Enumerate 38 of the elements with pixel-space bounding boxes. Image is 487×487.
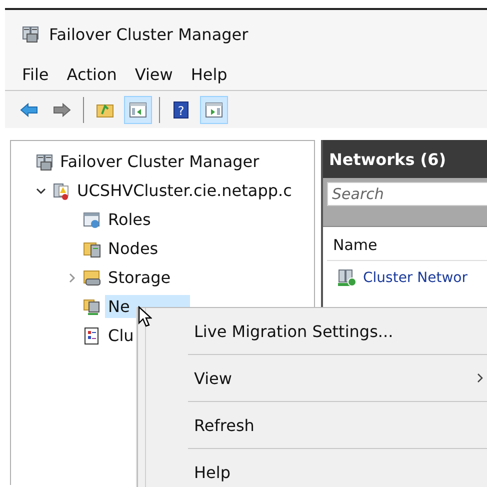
- tree-item[interactable]: Nodes: [105, 237, 162, 260]
- network-name[interactable]: Cluster Networ: [363, 270, 468, 286]
- folder-drive-icon: [83, 268, 102, 286]
- tree-item[interactable]: Roles: [105, 208, 154, 231]
- help-book-button[interactable]: ?: [167, 96, 195, 124]
- tree-item[interactable]: Storage: [105, 266, 174, 289]
- cluster-warning-icon: [52, 182, 70, 200]
- menu-item[interactable]: Action: [64, 62, 120, 86]
- tree-item[interactable]: UCSHVCluster.cie.netapp.c: [74, 179, 295, 202]
- folder-network-icon: [83, 298, 102, 316]
- show-tree-button[interactable]: [124, 96, 152, 124]
- forward-arrow-icon: [53, 100, 71, 118]
- help-book-icon: ?: [172, 100, 190, 118]
- window-title: Failover Cluster Manager: [49, 24, 248, 44]
- roles-window-icon: [83, 210, 102, 228]
- menu-item[interactable]: View: [132, 62, 176, 86]
- tree-item[interactable]: Failover Cluster Manager: [57, 150, 262, 173]
- context-menu-item[interactable]: Refresh: [188, 402, 487, 448]
- report-notebook-icon: [83, 326, 102, 344]
- tree-item[interactable]: Clu: [105, 324, 137, 347]
- mouse-pointer-icon: [138, 306, 152, 328]
- menu-item[interactable]: Help: [188, 62, 230, 86]
- show-tree-icon: [129, 100, 147, 118]
- collapse-chevron-icon[interactable]: [36, 186, 46, 196]
- show-action-pane-icon: [205, 100, 223, 118]
- expand-chevron-icon[interactable]: [67, 272, 78, 282]
- context-menu-item[interactable]: Live Migration Settings...: [188, 308, 487, 354]
- back-arrow-icon: [20, 100, 38, 118]
- folder-servers-icon: [83, 240, 102, 258]
- search-field[interactable]: Search: [327, 182, 487, 206]
- context-menu-item[interactable]: View: [188, 355, 487, 401]
- show-action-pane-button[interactable]: [200, 96, 228, 124]
- pane-header: Networks (6): [323, 140, 487, 178]
- cluster-servers-icon: [35, 152, 53, 170]
- menu-item[interactable]: File: [19, 62, 52, 86]
- cluster-servers-icon: [21, 24, 40, 44]
- context-menu-item[interactable]: Help: [188, 449, 487, 487]
- column-header[interactable]: Name: [333, 236, 378, 254]
